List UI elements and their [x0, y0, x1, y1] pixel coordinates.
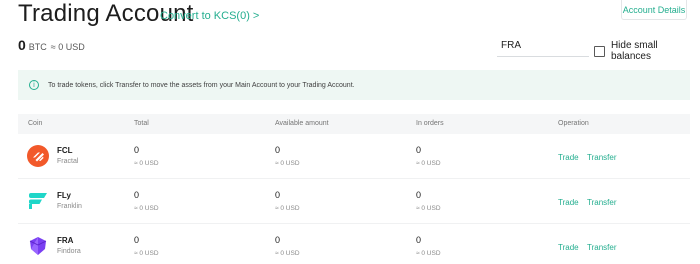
coin-symbol: FCL — [57, 146, 73, 155]
available-usd: ≈ 0 USD — [275, 205, 300, 212]
coin-search-input[interactable] — [497, 35, 589, 57]
balance-amount: 0 — [18, 37, 26, 53]
franklin-logo-icon — [29, 193, 47, 209]
trade-link[interactable]: Trade — [558, 198, 579, 207]
info-notice: i To trade tokens, click Transfer to mov… — [18, 70, 690, 100]
hide-small-checkbox[interactable] — [594, 45, 605, 57]
transfer-link[interactable]: Transfer — [587, 153, 617, 162]
balance-usd: ≈ 0 USD — [50, 42, 85, 52]
total-value: 0 — [134, 190, 140, 200]
total-usd: ≈ 0 USD — [134, 160, 159, 167]
fractal-logo-icon — [27, 145, 49, 167]
assets-table: Coin Total Available amount In orders Op… — [18, 114, 690, 264]
hide-small-balances-toggle[interactable]: Hide small balances — [594, 40, 700, 62]
in-orders-value: 0 — [416, 235, 422, 245]
table-row: FRA Findora 0 ≈ 0 USD 0 ≈ 0 USD 0 ≈ 0 US… — [18, 224, 690, 264]
account-details-button[interactable]: Account Details — [621, 0, 687, 20]
available-value: 0 — [275, 190, 281, 200]
notice-text: To trade tokens, click Transfer to move … — [48, 81, 355, 89]
table-header: Coin Total Available amount In orders Op… — [18, 114, 690, 134]
total-usd: ≈ 0 USD — [134, 205, 159, 212]
in-orders-value: 0 — [416, 145, 422, 155]
transfer-link[interactable]: Transfer — [587, 243, 617, 252]
coin-name: Fractal — [57, 158, 79, 165]
convert-to-kcs-link[interactable]: Convert to KCS(0) > — [160, 10, 259, 22]
total-value: 0 — [134, 235, 140, 245]
in-orders-value: 0 — [416, 190, 422, 200]
coin-symbol: FRA — [57, 236, 74, 245]
in-orders-usd: ≈ 0 USD — [416, 250, 441, 257]
account-balance: 0 BTC ≈ 0 USD — [18, 37, 85, 53]
column-coin: Coin — [28, 120, 43, 127]
column-total: Total — [134, 120, 149, 127]
coin-name: Findora — [57, 248, 81, 255]
table-row: FCL Fractal 0 ≈ 0 USD 0 ≈ 0 USD 0 ≈ 0 US… — [18, 134, 690, 179]
column-operation: Operation — [558, 120, 589, 127]
trade-link[interactable]: Trade — [558, 153, 579, 162]
info-icon: i — [29, 80, 39, 90]
available-value: 0 — [275, 145, 281, 155]
column-in-orders: In orders — [416, 120, 444, 127]
transfer-link[interactable]: Transfer — [587, 198, 617, 207]
findora-logo-icon — [29, 237, 47, 255]
in-orders-usd: ≈ 0 USD — [416, 160, 441, 167]
total-value: 0 — [134, 145, 140, 155]
balance-currency: BTC — [28, 42, 47, 52]
coin-name: Franklin — [57, 203, 82, 210]
hide-small-label: Hide small balances — [610, 40, 658, 62]
available-usd: ≈ 0 USD — [275, 250, 300, 257]
total-usd: ≈ 0 USD — [134, 250, 159, 257]
available-usd: ≈ 0 USD — [275, 160, 300, 167]
table-row: FLy Franklin 0 ≈ 0 USD 0 ≈ 0 USD 0 ≈ 0 U… — [18, 179, 690, 224]
in-orders-usd: ≈ 0 USD — [416, 205, 441, 212]
trade-link[interactable]: Trade — [558, 243, 579, 252]
coin-symbol: FLy — [57, 191, 71, 200]
column-available: Available amount — [275, 120, 329, 127]
available-value: 0 — [275, 235, 281, 245]
